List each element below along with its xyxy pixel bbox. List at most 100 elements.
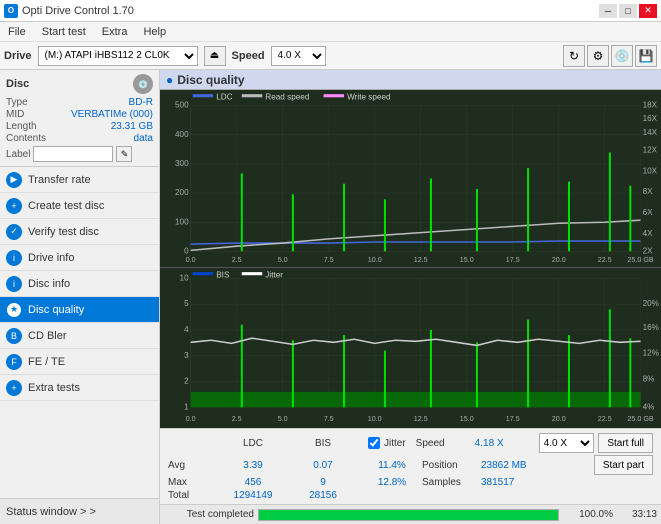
stats-header-row: LDC BIS Jitter Speed 4.18 X 4.0 X [168,433,653,453]
disc-label-edit-button[interactable]: ✎ [116,146,132,162]
app-icon: O [4,4,18,18]
position-section: Position 23862 MB [422,460,541,471]
disc-type-row: Type BD-R [6,97,153,108]
stats-col-bis: BIS [288,438,358,449]
svg-text:0.0: 0.0 [186,255,196,264]
quality-title: Disc quality [177,73,244,87]
svg-text:17.5: 17.5 [506,255,520,264]
transfer-rate-icon: ▶ [6,172,22,188]
sidebar-item-create-test-disc[interactable]: + Create test disc [0,193,159,219]
disc-label-row: Label ✎ [6,146,153,162]
svg-text:12.5: 12.5 [414,414,428,423]
svg-text:12.5: 12.5 [414,255,428,264]
progress-time: 33:13 [617,509,657,520]
svg-text:4%: 4% [643,402,655,411]
disc-panel: Disc 💿 Type BD-R MID VERBATIMe (000) Len… [0,70,159,167]
drive-select[interactable]: (M:) ATAPI iHBS112 2 CL0K [38,46,198,66]
speed-val: 4.18 X [475,438,535,449]
start-part-buttons: Start part [594,455,653,475]
svg-text:25.0 GB: 25.0 GB [627,255,653,264]
speed-label: Speed [232,50,265,62]
speed-row: Speed 4.18 X 4.0 X [416,433,594,453]
svg-text:2.5: 2.5 [232,414,242,423]
close-button[interactable]: ✕ [639,4,657,18]
menu-file[interactable]: File [4,25,30,39]
stats-avg-label: Avg [168,460,218,471]
svg-text:3: 3 [184,351,189,360]
svg-text:22.5: 22.5 [598,414,612,423]
title-text: Opti Drive Control 1.70 [22,5,134,17]
disc-icon: 💿 [133,74,153,94]
svg-text:17.5: 17.5 [506,414,520,423]
sidebar-item-disc-quality[interactable]: ★ Disc quality [0,297,159,323]
nav-label-disc-info: Disc info [28,278,70,290]
drive-info-icon: i [6,250,22,266]
svg-text:18X: 18X [643,101,658,110]
disc-label-input[interactable] [33,146,113,162]
speed-key: Speed [416,438,471,449]
svg-text:14X: 14X [643,128,658,137]
svg-text:BIS: BIS [216,270,230,279]
verify-test-disc-icon: ✓ [6,224,22,240]
svg-text:10: 10 [180,273,190,282]
nav-label-fe-te: FE / TE [28,356,65,368]
refresh-icon[interactable]: ↻ [563,45,585,67]
svg-text:8X: 8X [643,187,653,196]
toolbar-icons: ↻ ⚙ 💿 💾 [563,45,657,67]
status-window-label: Status window > > [6,506,96,518]
progress-fill [259,510,558,520]
stats-avg-jitter: 11.4% [372,460,412,471]
svg-text:16%: 16% [643,323,659,332]
stats-avg-ldc: 3.39 [218,460,288,471]
sidebar-item-extra-tests[interactable]: + Extra tests [0,375,159,401]
stats-bar: LDC BIS Jitter Speed 4.18 X 4.0 X [160,428,661,504]
chart-top-svg: 0 100 200 300 400 500 2X 4X 6X 8X 10X 12… [160,90,661,267]
disc-icon[interactable]: 💿 [611,45,633,67]
menu-help[interactable]: Help [139,25,170,39]
stats-max-ldc: 456 [218,477,288,488]
svg-text:5: 5 [184,299,189,308]
title-bar: O Opti Drive Control 1.70 ─ □ ✕ [0,0,661,22]
svg-text:15.0: 15.0 [460,255,474,264]
svg-text:Read speed: Read speed [265,92,309,101]
svg-text:12%: 12% [643,349,659,358]
eject-button[interactable]: ⏏ [204,46,226,66]
save-icon[interactable]: 💾 [635,45,657,67]
start-full-button[interactable]: Start full [598,433,653,453]
sidebar-item-verify-test-disc[interactable]: ✓ Verify test disc [0,219,159,245]
svg-text:25.0 GB: 25.0 GB [627,414,653,423]
maximize-button[interactable]: □ [619,4,637,18]
samples-section: Samples 381517 [422,477,541,488]
nav-label-create-test-disc: Create test disc [28,200,104,212]
sidebar-item-transfer-rate[interactable]: ▶ Transfer rate [0,167,159,193]
svg-text:8%: 8% [643,375,655,384]
position-val: 23862 MB [481,460,541,471]
speed-select[interactable]: 4.0 X [271,46,326,66]
svg-text:15.0: 15.0 [460,414,474,423]
start-part-button[interactable]: Start part [594,455,653,475]
menu-extra[interactable]: Extra [98,25,132,39]
nav-label-extra-tests: Extra tests [28,382,80,394]
nav-label-disc-quality: Disc quality [28,304,84,316]
drive-label: Drive [4,50,32,62]
nav-label-drive-info: Drive info [28,252,74,264]
menu-start-test[interactable]: Start test [38,25,90,39]
stats-max-jitter: 12.8% [372,477,412,488]
minimize-button[interactable]: ─ [599,4,617,18]
svg-text:10.0: 10.0 [368,414,382,423]
svg-text:20%: 20% [643,299,659,308]
status-window-button[interactable]: Status window > > [0,498,159,524]
speed-dropdown[interactable]: 4.0 X [539,433,594,453]
sidebar-item-disc-info[interactable]: i Disc info [0,271,159,297]
svg-text:Jitter: Jitter [265,270,283,279]
disc-mid-key: MID [6,109,24,120]
svg-text:500: 500 [175,101,189,110]
settings-icon[interactable]: ⚙ [587,45,609,67]
sidebar-item-fe-te[interactable]: F FE / TE [0,349,159,375]
sidebar-item-drive-info[interactable]: i Drive info [0,245,159,271]
sidebar-item-cd-bler[interactable]: B CD Bler [0,323,159,349]
jitter-checkbox[interactable] [368,437,380,449]
svg-text:100: 100 [175,217,189,226]
svg-text:5.0: 5.0 [278,414,288,423]
position-row: Position 23862 MB [422,460,541,471]
